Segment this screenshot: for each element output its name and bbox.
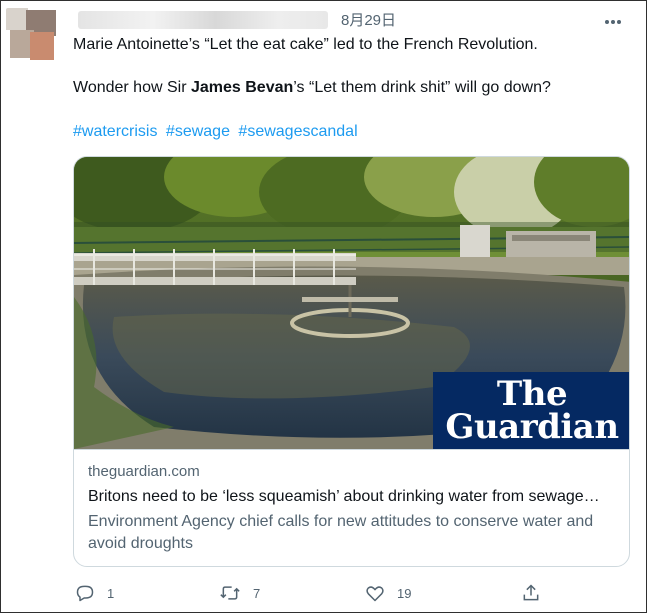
share-button[interactable] [521,582,541,604]
like-icon [365,583,385,603]
link-card[interactable]: The Guardian theguardian.com Britons nee… [73,156,630,567]
tweet-actions: 1 7 19 [73,582,633,604]
like-button[interactable]: 19 [365,582,411,604]
blurred-username[interactable] [78,11,328,29]
reply-button[interactable]: 1 [75,582,114,604]
reply-count: 1 [107,585,115,601]
tweet-date[interactable]: 8月29日 [341,9,396,30]
card-meta[interactable]: theguardian.com Britons need to be ‘less… [74,449,629,555]
tweet-text-line2-pre: Wonder how Sir [73,79,191,96]
hashtag-sewagescandal[interactable]: #sewagescandal [238,123,357,140]
tweet-text-line2-post: ’s “Let them drink shit” will go down? [293,79,551,96]
hashtag-watercrisis[interactable]: #watercrisis [73,123,157,140]
tweet-text-line1: Marie Antoinette’s “Let the eat cake” le… [73,36,538,53]
avatar[interactable] [6,8,62,62]
card-title[interactable]: Britons need to be ‘less squeamish’ abou… [88,486,617,508]
reply-icon [75,583,95,603]
guardian-logo-guardian: Guardian [445,407,619,447]
retweet-icon [219,583,241,603]
guardian-logo: The Guardian [433,372,629,449]
card-image[interactable]: The Guardian [74,157,629,449]
card-description: Environment Agency chief calls for new a… [88,513,594,552]
tweet-text-line2: Wonder how Sir James Bevan’s “Let them d… [73,78,551,98]
hashtag-list: #watercrisis #sewage #sewagescandal [73,122,362,142]
mention-james-bevan: James Bevan [190,79,294,96]
card-domain: theguardian.com [88,463,200,480]
share-icon [521,583,541,603]
retweet-count: 7 [253,585,261,601]
retweet-button[interactable]: 7 [219,582,260,604]
tweet-header: 8月29日 [72,8,592,30]
hashtag-sewage[interactable]: #sewage [166,123,230,140]
like-count: 19 [397,585,412,601]
more-icon[interactable] [605,11,627,24]
